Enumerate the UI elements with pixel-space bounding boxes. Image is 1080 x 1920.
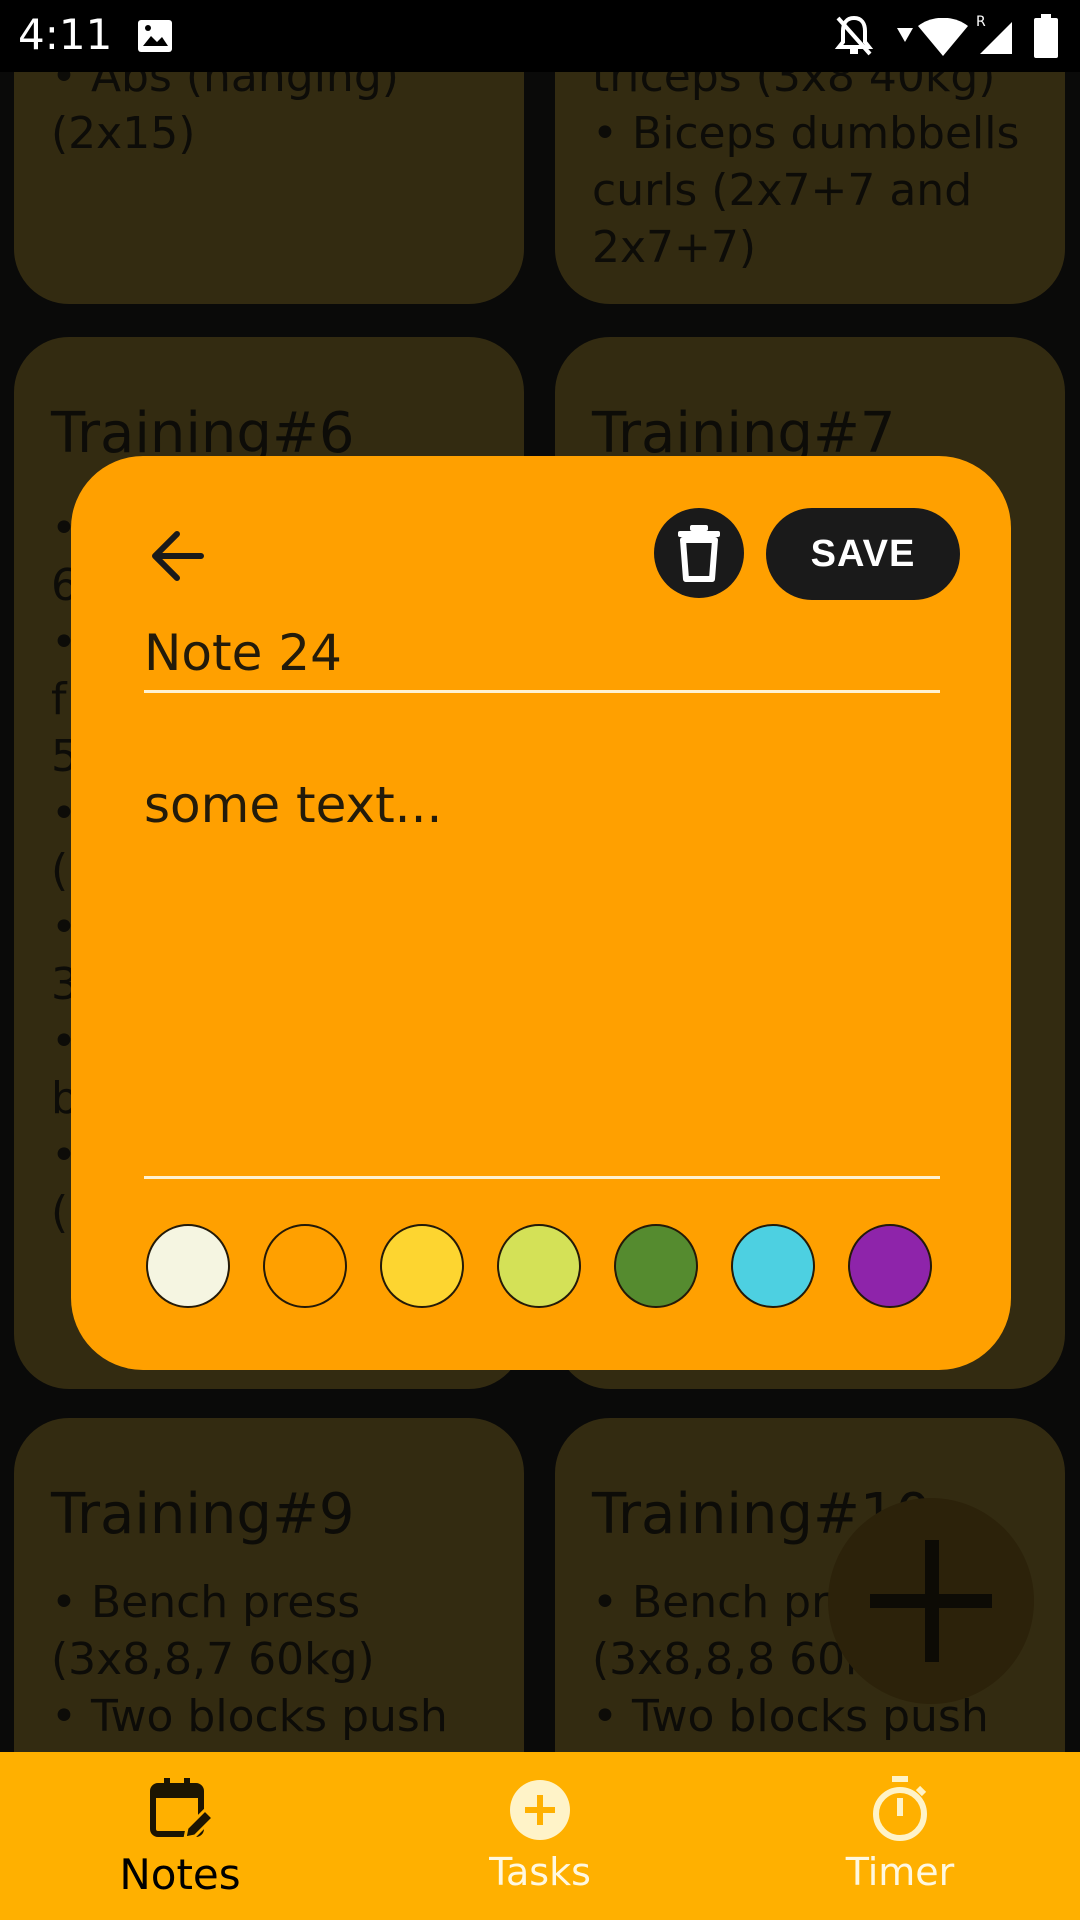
data-arrow-icon bbox=[897, 28, 913, 42]
color-option[interactable] bbox=[380, 1224, 464, 1308]
add-note-button[interactable] bbox=[828, 1498, 1034, 1704]
calendar-edit-icon bbox=[150, 1778, 213, 1840]
wifi-icon bbox=[918, 18, 968, 56]
note-card-body: • Bench press (3x8,8,7 60kg) • Two block… bbox=[51, 1577, 448, 1742]
image-notification-icon bbox=[138, 20, 172, 52]
color-option[interactable] bbox=[614, 1224, 698, 1308]
nav-notes[interactable]: Notes bbox=[40, 1772, 320, 1912]
trash-icon bbox=[678, 525, 720, 582]
save-button[interactable]: SAVE bbox=[766, 508, 960, 600]
notifications-off-icon bbox=[834, 15, 874, 56]
note-text-input[interactable]: some text... bbox=[144, 776, 940, 1179]
stopwatch-icon bbox=[873, 1776, 927, 1841]
nav-timer[interactable]: Timer bbox=[760, 1772, 1040, 1912]
note-card-title: Training#9 bbox=[51, 1482, 355, 1547]
svg-text:R: R bbox=[976, 14, 986, 30]
delete-button[interactable] bbox=[654, 508, 744, 598]
nav-label: Timer bbox=[845, 1850, 955, 1894]
back-button[interactable] bbox=[143, 516, 223, 596]
status-time: 4:11 bbox=[18, 10, 113, 59]
bottom-navigation: Notes Tasks Timer bbox=[0, 1752, 1080, 1920]
signal-roaming-icon: R bbox=[976, 14, 1012, 54]
color-option[interactable] bbox=[263, 1224, 347, 1308]
color-option[interactable] bbox=[731, 1224, 815, 1308]
arrow-back-icon bbox=[152, 531, 204, 581]
nav-label: Notes bbox=[119, 1850, 241, 1899]
nav-label: Tasks bbox=[489, 1850, 591, 1894]
battery-icon bbox=[1034, 14, 1058, 58]
plus-circle-icon bbox=[510, 1780, 570, 1840]
edit-note-dialog: SAVE Note 24 some text... bbox=[71, 456, 1011, 1370]
status-bar: 4:11 R bbox=[0, 0, 1080, 72]
note-card-body: triceps (3x8 40kg) • Biceps dumbbells cu… bbox=[592, 51, 1020, 273]
color-option[interactable] bbox=[146, 1224, 230, 1308]
nav-tasks[interactable]: Tasks bbox=[400, 1772, 680, 1912]
color-option[interactable] bbox=[848, 1224, 932, 1308]
note-title-input[interactable]: Note 24 bbox=[144, 624, 940, 693]
plus-icon bbox=[870, 1540, 992, 1662]
color-option[interactable] bbox=[497, 1224, 581, 1308]
